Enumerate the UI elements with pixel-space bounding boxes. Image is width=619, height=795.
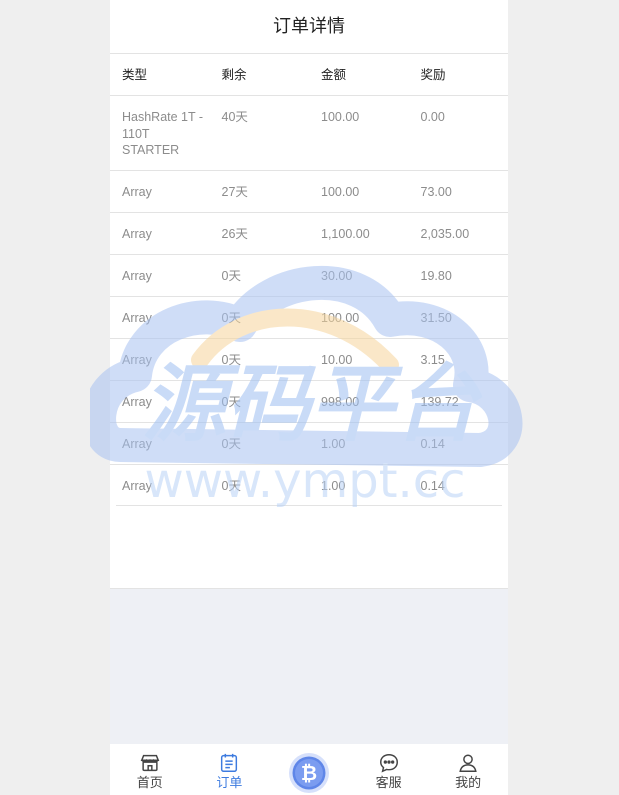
table-row: HashRate 1T - 110T STARTER 40天 100.00 0.… <box>110 96 508 171</box>
table-row: Array 0天 1.00 0.14 <box>110 423 508 465</box>
column-header-type: 类型 <box>122 67 148 82</box>
table-row: Array 0天 1.00 0.14 <box>110 465 508 507</box>
tab-bitcoin[interactable]: ₿ <box>269 744 349 795</box>
cell-amount: 100.00 <box>321 185 360 199</box>
chat-bubble-icon <box>379 754 398 773</box>
cell-amount: 10.00 <box>321 353 353 367</box>
cell-reward: 0.00 <box>420 110 445 124</box>
order-list-icon <box>221 753 238 772</box>
cell-remaining: 40天 <box>221 110 248 124</box>
cell-amount: 1,100.00 <box>321 227 370 241</box>
cell-type: Array <box>122 353 152 367</box>
cell-amount: 998.00 <box>321 395 360 409</box>
cell-type: Array <box>122 185 152 199</box>
tab-label-profile: 我的 <box>455 776 482 791</box>
cell-remaining: 0天 <box>221 353 241 367</box>
store-icon <box>140 754 160 772</box>
page-title: 订单详情 <box>110 0 508 54</box>
table-row: Array 0天 10.00 3.15 <box>110 339 508 381</box>
cell-amount: 100.00 <box>321 110 360 124</box>
cell-type: Array <box>122 395 152 409</box>
cell-remaining: 0天 <box>221 311 241 325</box>
column-header-remaining: 剩余 <box>221 67 247 82</box>
tab-profile[interactable]: 我的 <box>428 744 508 795</box>
cell-type: HashRate 1T - 110T STARTER <box>122 110 204 157</box>
cell-amount: 1.00 <box>321 479 346 493</box>
cell-remaining: 0天 <box>221 479 241 493</box>
cell-reward: 0.14 <box>420 437 445 451</box>
cell-reward: 3.15 <box>420 353 445 367</box>
cell-type: Array <box>122 437 152 451</box>
tab-label-orders: 订单 <box>216 776 243 791</box>
cell-remaining: 0天 <box>221 269 241 283</box>
order-details-card: 订单详情 类型 剩余 金额 奖励 HashRate 1T - 110T STAR… <box>110 0 508 589</box>
cell-reward: 2,035.00 <box>420 227 470 241</box>
cell-reward: 139.72 <box>420 395 459 409</box>
cell-reward: 19.80 <box>420 269 452 283</box>
cell-remaining: 26天 <box>221 227 248 241</box>
column-header-reward: 奖励 <box>420 67 446 82</box>
table-header-row: 类型 剩余 金额 奖励 <box>110 54 508 96</box>
tab-orders[interactable]: 订单 <box>190 744 270 795</box>
table-row: Array 27天 100.00 73.00 <box>110 171 508 213</box>
bitcoin-icon: ₿ <box>288 752 329 793</box>
table-bottom-divider <box>116 505 502 506</box>
column-header-amount: 金额 <box>321 67 347 82</box>
cell-reward: 0.14 <box>420 479 445 493</box>
cell-type: Array <box>122 269 152 283</box>
bottom-tab-bar: 首页 订单 ₿ 客服 我的 <box>110 744 508 795</box>
cell-amount: 1.00 <box>321 437 346 451</box>
cell-reward: 73.00 <box>420 185 452 199</box>
cell-amount: 100.00 <box>321 311 360 325</box>
table-row: Array 0天 30.00 19.80 <box>110 255 508 297</box>
cell-type: Array <box>122 479 152 493</box>
tab-support[interactable]: 客服 <box>349 744 429 795</box>
cell-reward: 31.50 <box>420 311 452 325</box>
table-row: Array 0天 998.00 139.72 <box>110 381 508 423</box>
cell-remaining: 27天 <box>221 185 248 199</box>
cell-amount: 30.00 <box>321 269 353 283</box>
table-row: Array 26天 1,100.00 2,035.00 <box>110 213 508 255</box>
cell-remaining: 0天 <box>221 395 241 409</box>
cell-type: Array <box>122 311 152 325</box>
cell-remaining: 0天 <box>221 437 241 451</box>
user-icon <box>459 754 477 772</box>
app-frame: 订单详情 类型 剩余 金额 奖励 HashRate 1T - 110T STAR… <box>110 0 508 795</box>
tab-label-home: 首页 <box>136 776 163 791</box>
table-row: Array 0天 100.00 31.50 <box>110 297 508 339</box>
svg-text:₿: ₿ <box>301 761 317 785</box>
tab-home[interactable]: 首页 <box>110 744 190 795</box>
cell-type: Array <box>122 227 152 241</box>
tab-label-support: 客服 <box>375 776 402 791</box>
